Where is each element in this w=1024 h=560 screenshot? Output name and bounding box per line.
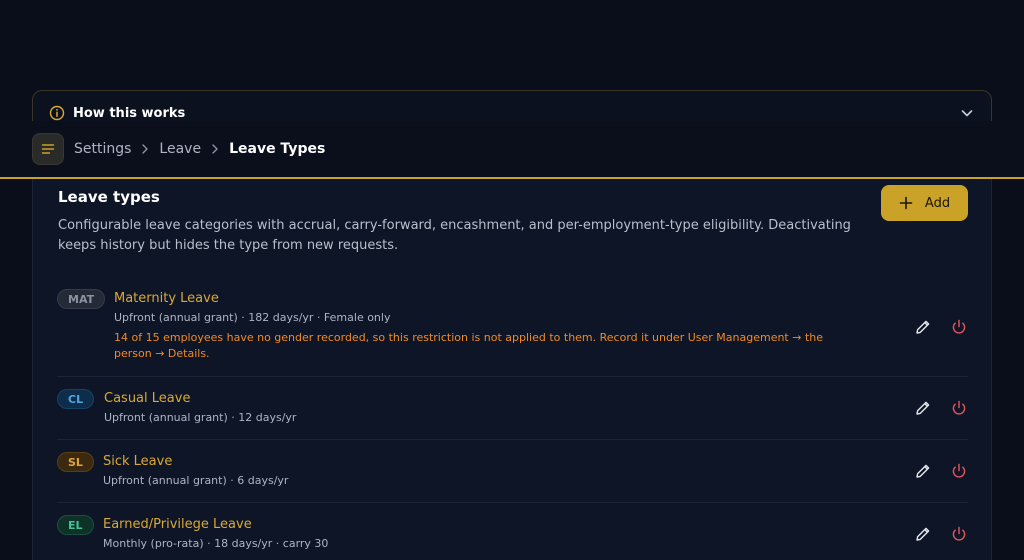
card-description: Configurable leave categories with accru…: [58, 218, 851, 253]
card-title: Leave types: [58, 188, 160, 206]
leave-type-name[interactable]: Maternity Leave: [114, 291, 854, 306]
row-actions: [914, 399, 968, 417]
leave-code-badge: MAT: [57, 289, 106, 309]
chevron-down-icon[interactable]: [959, 105, 975, 121]
breadcrumb-leave-types: Leave Types: [229, 141, 326, 157]
how-this-works-title: How this works: [73, 105, 186, 121]
add-leave-type-button[interactable]: Add: [881, 185, 968, 221]
leave-type-meta: Upfront (annual grant) · 6 days/yr: [103, 474, 289, 487]
leave-type-name[interactable]: Earned/Privilege Leave: [103, 517, 328, 532]
power-icon[interactable]: [950, 318, 968, 336]
chevron-right-icon: [207, 141, 223, 157]
leave-type-details: Maternity Leave Upfront (annual grant) ·…: [114, 291, 854, 362]
leave-types-list: MAT Maternity Leave Upfront (annual gran…: [57, 277, 968, 560]
leave-type-meta: Upfront (annual grant) · 182 days/yr · F…: [114, 311, 391, 324]
leave-code-badge: EL: [57, 515, 94, 535]
power-icon[interactable]: [950, 462, 968, 480]
leave-type-meta: Monthly (pro-rata) · 18 days/yr · carry …: [103, 537, 329, 550]
info-icon: [49, 105, 65, 121]
chevron-right-icon: [137, 141, 153, 157]
pencil-icon[interactable]: [914, 525, 932, 543]
leave-type-meta: Upfront (annual grant) · 12 days/yr: [104, 411, 297, 424]
pencil-icon[interactable]: [914, 318, 932, 336]
breadcrumb-bar: Settings Leave Leave Types: [0, 121, 1024, 179]
leave-type-details: Casual Leave Upfront (annual grant) · 12…: [104, 391, 296, 424]
list-item: SL Sick Leave Upfront (annual grant) · 6…: [57, 440, 968, 503]
list-item: EL Earned/Privilege Leave Monthly (pro-r…: [57, 503, 968, 560]
leave-type-warning: 14 of 15 employees have no gender record…: [114, 331, 824, 360]
pencil-icon[interactable]: [914, 399, 932, 417]
leave-types-card: Leave types Configurable leave categorie…: [32, 179, 992, 560]
list-item: CL Casual Leave Upfront (annual grant) ·…: [57, 377, 968, 440]
leave-code-badge: SL: [57, 452, 94, 472]
leave-type-name[interactable]: Casual Leave: [104, 391, 296, 406]
power-icon[interactable]: [950, 525, 968, 543]
leave-type-details: Earned/Privilege Leave Monthly (pro-rata…: [103, 517, 328, 550]
breadcrumb: Settings Leave Leave Types: [74, 141, 325, 157]
menu-button[interactable]: [32, 133, 64, 165]
plus-icon: [899, 196, 913, 210]
add-button-label: Add: [924, 195, 951, 211]
row-actions: [914, 318, 968, 336]
pencil-icon[interactable]: [914, 462, 932, 480]
power-icon[interactable]: [950, 399, 968, 417]
leave-code-badge: CL: [57, 389, 95, 409]
menu-icon: [41, 144, 55, 154]
breadcrumb-leave[interactable]: Leave: [159, 141, 201, 157]
leave-type-name[interactable]: Sick Leave: [103, 454, 288, 469]
leave-type-details: Sick Leave Upfront (annual grant) · 6 da…: [103, 454, 288, 487]
row-actions: [914, 525, 968, 543]
row-actions: [914, 462, 968, 480]
breadcrumb-settings[interactable]: Settings: [74, 141, 131, 157]
list-item: MAT Maternity Leave Upfront (annual gran…: [57, 277, 968, 377]
leave-types-page: How this works Settings Leave Leave Type…: [0, 0, 1024, 560]
